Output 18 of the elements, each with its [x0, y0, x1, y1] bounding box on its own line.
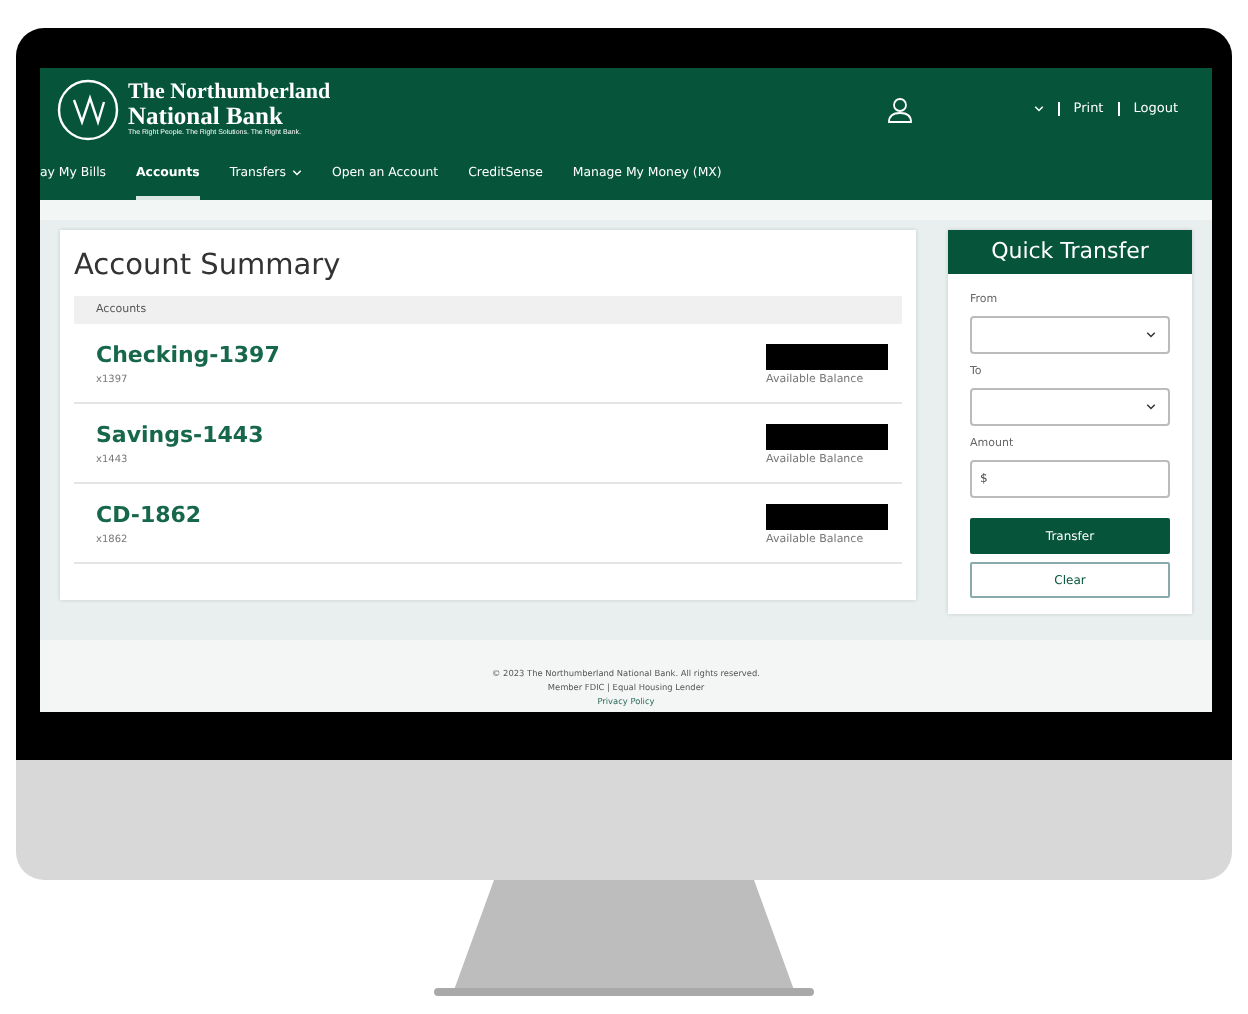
bank-name: National Bank [128, 103, 285, 128]
account-link[interactable]: Checking-1397 [96, 342, 280, 368]
select-field[interactable] [970, 316, 1170, 354]
caret-icon [1146, 332, 1156, 338]
card-title: Account Summary [74, 250, 343, 282]
caret-icon [291, 170, 302, 176]
bank-logo-icon [56, 77, 120, 141]
user-icon[interactable] [885, 95, 914, 123]
redacted-balance [766, 423, 888, 449]
account-link[interactable]: Savings-1443 [96, 422, 264, 448]
redacted-balance [766, 343, 888, 369]
caret-icon [1033, 106, 1044, 112]
caret-icon [1146, 404, 1156, 410]
card-title: Quick Transfer [948, 230, 1192, 274]
redacted-balance [766, 503, 888, 529]
select-field[interactable] [970, 388, 1170, 426]
account-link[interactable]: CD-1862 [96, 502, 202, 528]
bank-name: The Northumberland [128, 81, 331, 103]
